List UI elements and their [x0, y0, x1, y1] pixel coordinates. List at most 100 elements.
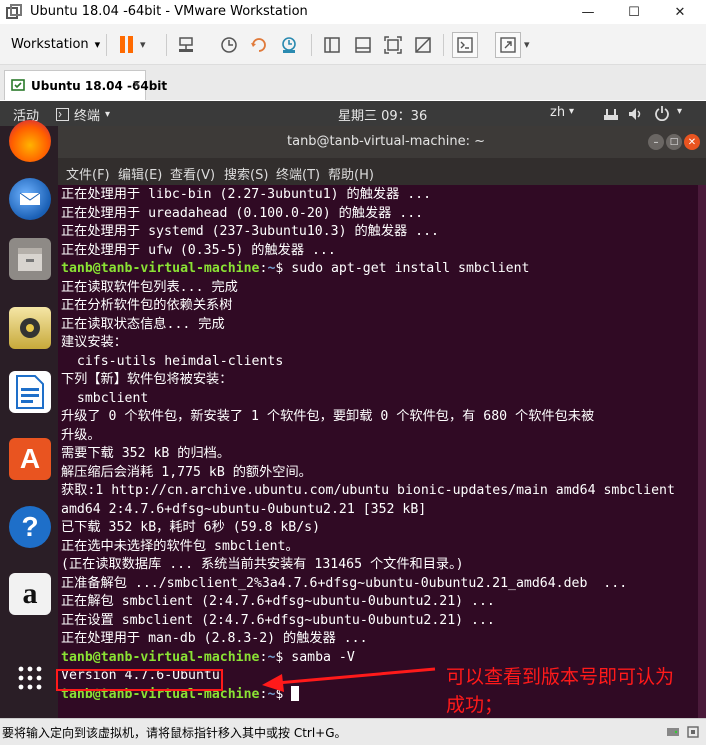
ubuntu-dock: A ? a — [0, 120, 58, 718]
output-line: 正在处理用于 ureadahead (0.100.0-20) 的触发器 ... — [61, 205, 424, 221]
output-line: 正在处理用于 libc-bin (2.27-3ubuntu1) 的触发器 ... — [61, 187, 432, 202]
terminal-close-button[interactable]: ✕ — [684, 134, 700, 150]
prompt-suffix: $ — [275, 649, 292, 665]
menu-search[interactable]: 搜索(S) — [224, 164, 268, 183]
menu-view[interactable]: 查看(V) — [170, 164, 215, 183]
maximize-button[interactable]: ☐ — [611, 0, 657, 24]
show-library-button[interactable] — [321, 34, 343, 56]
revert-snapshot-button[interactable] — [248, 34, 270, 56]
send-ctrl-alt-del-button[interactable] — [175, 34, 197, 56]
menu-edit[interactable]: 编辑(E) — [118, 164, 162, 183]
fullscreen-icon — [500, 37, 516, 53]
network-tray-icon[interactable] — [603, 106, 619, 122]
network-icon — [179, 37, 193, 52]
toolbar-divider — [106, 34, 107, 56]
unity-icon — [415, 37, 431, 53]
output-line: amd64 2:4.7.6+dfsg~ubuntu-0ubuntu2.21 [3… — [61, 501, 427, 517]
sidebar-icon — [324, 37, 340, 53]
output-line: cifs-utils heimdal-clients — [61, 353, 284, 369]
console-view-button[interactable] — [452, 32, 478, 58]
output-line: 正准备解包 .../smbclient_2%3a4.7.6+dfsg~ubunt… — [61, 575, 628, 591]
output-line: 正在选中未选择的软件包 smbclient。 — [61, 538, 299, 554]
terminal-maximize-button[interactable]: □ — [666, 134, 682, 150]
annotation-text-line1: 可以查看到版本号即可认为 — [446, 666, 675, 688]
toolbar-divider — [443, 34, 444, 56]
full-screen-button[interactable] — [495, 32, 521, 58]
snapshot-manager-button[interactable] — [278, 34, 300, 56]
vm-home-icon — [11, 79, 25, 91]
chevron-down-icon: ▾ — [569, 106, 575, 117]
clock-icon — [221, 37, 237, 53]
prompt-suffix: $ — [275, 686, 292, 702]
output-line: 升级了 0 个软件包，新安装了 1 个软件包，要卸载 0 个软件包，有 680 … — [61, 409, 595, 424]
libreoffice-writer-icon[interactable] — [9, 371, 51, 413]
terminal-scrollbar[interactable] — [698, 185, 706, 718]
clock[interactable]: 星期三 09：36 — [338, 105, 427, 124]
thumbnail-icon — [355, 37, 371, 53]
terminal-output[interactable]: 正在处理用于 libc-bin (2.27-3ubuntu1) 的触发器 ...… — [58, 185, 698, 718]
show-applications-icon[interactable] — [18, 666, 42, 690]
toolbar-divider — [166, 34, 167, 56]
menu-file[interactable]: 文件(F) — [66, 164, 110, 183]
pause-icon — [120, 36, 133, 53]
network-adapter-icon[interactable] — [686, 725, 700, 739]
vm-tab-label: Ubuntu 18.04 -64bit — [31, 79, 168, 93]
app-menu-label: 终端 — [74, 108, 101, 124]
app-menu-button[interactable]: 终端 ▾ — [56, 105, 111, 124]
prompt-suffix: $ — [275, 261, 292, 276]
pause-button[interactable] — [116, 34, 138, 56]
full-screen-dropdown-icon[interactable]: ▾ — [524, 38, 530, 51]
volume-icon[interactable] — [627, 106, 643, 122]
terminal-header: tanb@tanb-virtual-machine: ~ – □ ✕ — [58, 126, 706, 158]
output-line: 正在处理用于 systemd (237-3ubuntu10.3) 的触发器 ..… — [61, 224, 439, 239]
input-method-indicator[interactable]: zh — [550, 105, 565, 120]
command-text: sudo apt-get install smbclient — [291, 261, 530, 276]
version-highlight-box — [56, 669, 223, 691]
menu-help[interactable]: 帮助(H) — [328, 164, 374, 183]
hard-disk-icon[interactable] — [666, 725, 680, 739]
thumbnail-bar-button[interactable] — [352, 34, 374, 56]
help-icon[interactable]: ? — [9, 506, 51, 548]
prompt-user-host: tanb@tanb-virtual-machine — [61, 261, 260, 276]
terminal-cursor — [291, 685, 300, 701]
pause-dropdown-icon[interactable]: ▾ — [140, 38, 146, 51]
output-line: smbclient — [61, 390, 149, 406]
output-line: 正在读取软件包列表... 完成 — [61, 279, 238, 295]
minimize-button[interactable]: — — [565, 0, 611, 24]
fit-guest-button[interactable] — [382, 34, 404, 56]
chevron-down-icon: ▾ — [94, 37, 101, 51]
vmware-logo-icon — [6, 4, 22, 19]
chevron-down-icon: ▾ — [105, 108, 111, 120]
prompt-line: tanb@tanb-virtual-machine:~$ samba -V — [61, 649, 355, 667]
prompt-line: tanb@tanb-virtual-machine:~$ sudo apt-ge… — [61, 260, 529, 278]
output-line: 下列【新】软件包将被安装： — [61, 372, 233, 387]
output-line: 正在设置 smbclient (2:4.7.6+dfsg~ubuntu-0ubu… — [61, 612, 495, 628]
files-icon[interactable] — [9, 238, 51, 280]
vm-tab[interactable]: Ubuntu 18.04 -64bit ✕ — [4, 70, 167, 100]
workstation-label: Workstation — [11, 36, 89, 52]
firefox-icon[interactable] — [9, 120, 51, 162]
terminal-minimize-button[interactable]: – — [648, 134, 664, 150]
ubuntu-software-icon[interactable]: A — [9, 438, 51, 480]
status-text: 要将输入定向到该虚拟机，请将鼠标指针移入其中或按 Ctrl+G。 — [2, 726, 347, 740]
menu-terminal[interactable]: 终端(T) — [276, 164, 320, 183]
amazon-icon[interactable]: a — [9, 573, 51, 615]
terminal-icon — [457, 37, 473, 53]
tab-close-icon[interactable]: ✕ — [132, 78, 141, 91]
output-line: 解压缩后会消耗 1,775 kB 的额外空间。 — [61, 464, 312, 480]
terminal-app-icon — [56, 107, 69, 121]
command-text: samba -V — [291, 649, 355, 665]
window-titlebar: Ubuntu 18.04 -64bit - VMware Workstation… — [0, 0, 706, 24]
snapshot-manager-icon — [282, 37, 296, 53]
snapshot-button[interactable] — [218, 34, 240, 56]
power-icon[interactable] — [654, 105, 670, 121]
workstation-menu-button[interactable]: Workstation ▾ — [4, 32, 100, 56]
terminal-menubar: 文件(F) 编辑(E) 查看(V) 搜索(S) 终端(T) 帮助(H) — [58, 158, 706, 185]
output-line: 正在处理用于 man-db (2.8.3-2) 的触发器 ... — [61, 631, 368, 646]
output-line: 正在解包 smbclient (2:4.7.6+dfsg~ubuntu-0ubu… — [61, 594, 495, 609]
rhythmbox-icon[interactable] — [9, 307, 51, 349]
thunderbird-icon[interactable] — [9, 178, 51, 220]
close-window-button[interactable]: ✕ — [657, 0, 703, 24]
ubuntu-top-bar: 活动 终端 ▾ 星期三 09：36 zh ▾ ▾ — [0, 101, 706, 126]
unity-mode-button[interactable] — [412, 34, 434, 56]
